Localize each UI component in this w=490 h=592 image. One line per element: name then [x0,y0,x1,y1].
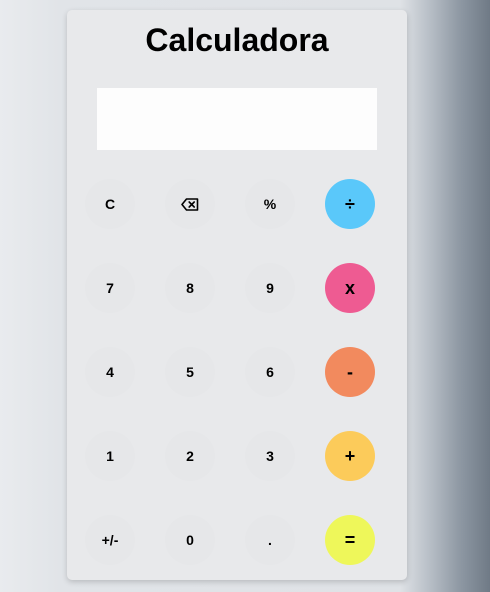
digit-9-button[interactable]: 9 [245,263,295,313]
percent-button[interactable]: % [245,179,295,229]
backspace-icon [181,197,199,211]
multiply-button[interactable]: x [325,263,375,313]
decimal-button[interactable]: . [245,515,295,565]
app-title: Calculadora [145,22,329,58]
divide-button[interactable]: ÷ [325,179,375,229]
minus-button[interactable]: - [325,347,375,397]
digit-1-button[interactable]: 1 [85,431,135,481]
digit-2-button[interactable]: 2 [165,431,215,481]
digit-5-button[interactable]: 5 [165,347,215,397]
toggle-sign-button[interactable]: +/- [85,515,135,565]
digit-6-button[interactable]: 6 [245,347,295,397]
digit-7-button[interactable]: 7 [85,263,135,313]
digit-0-button[interactable]: 0 [165,515,215,565]
digit-3-button[interactable]: 3 [245,431,295,481]
clear-button[interactable]: C [85,179,135,229]
plus-button[interactable]: + [325,431,375,481]
equals-button[interactable]: = [325,515,375,565]
backspace-button[interactable] [165,179,215,229]
digit-4-button[interactable]: 4 [85,347,135,397]
calculator-panel: Calculadora C % ÷ 7 8 9 x 4 5 6 - 1 2 3 … [67,10,407,580]
digit-8-button[interactable]: 8 [165,263,215,313]
calculator-display[interactable] [97,88,377,150]
